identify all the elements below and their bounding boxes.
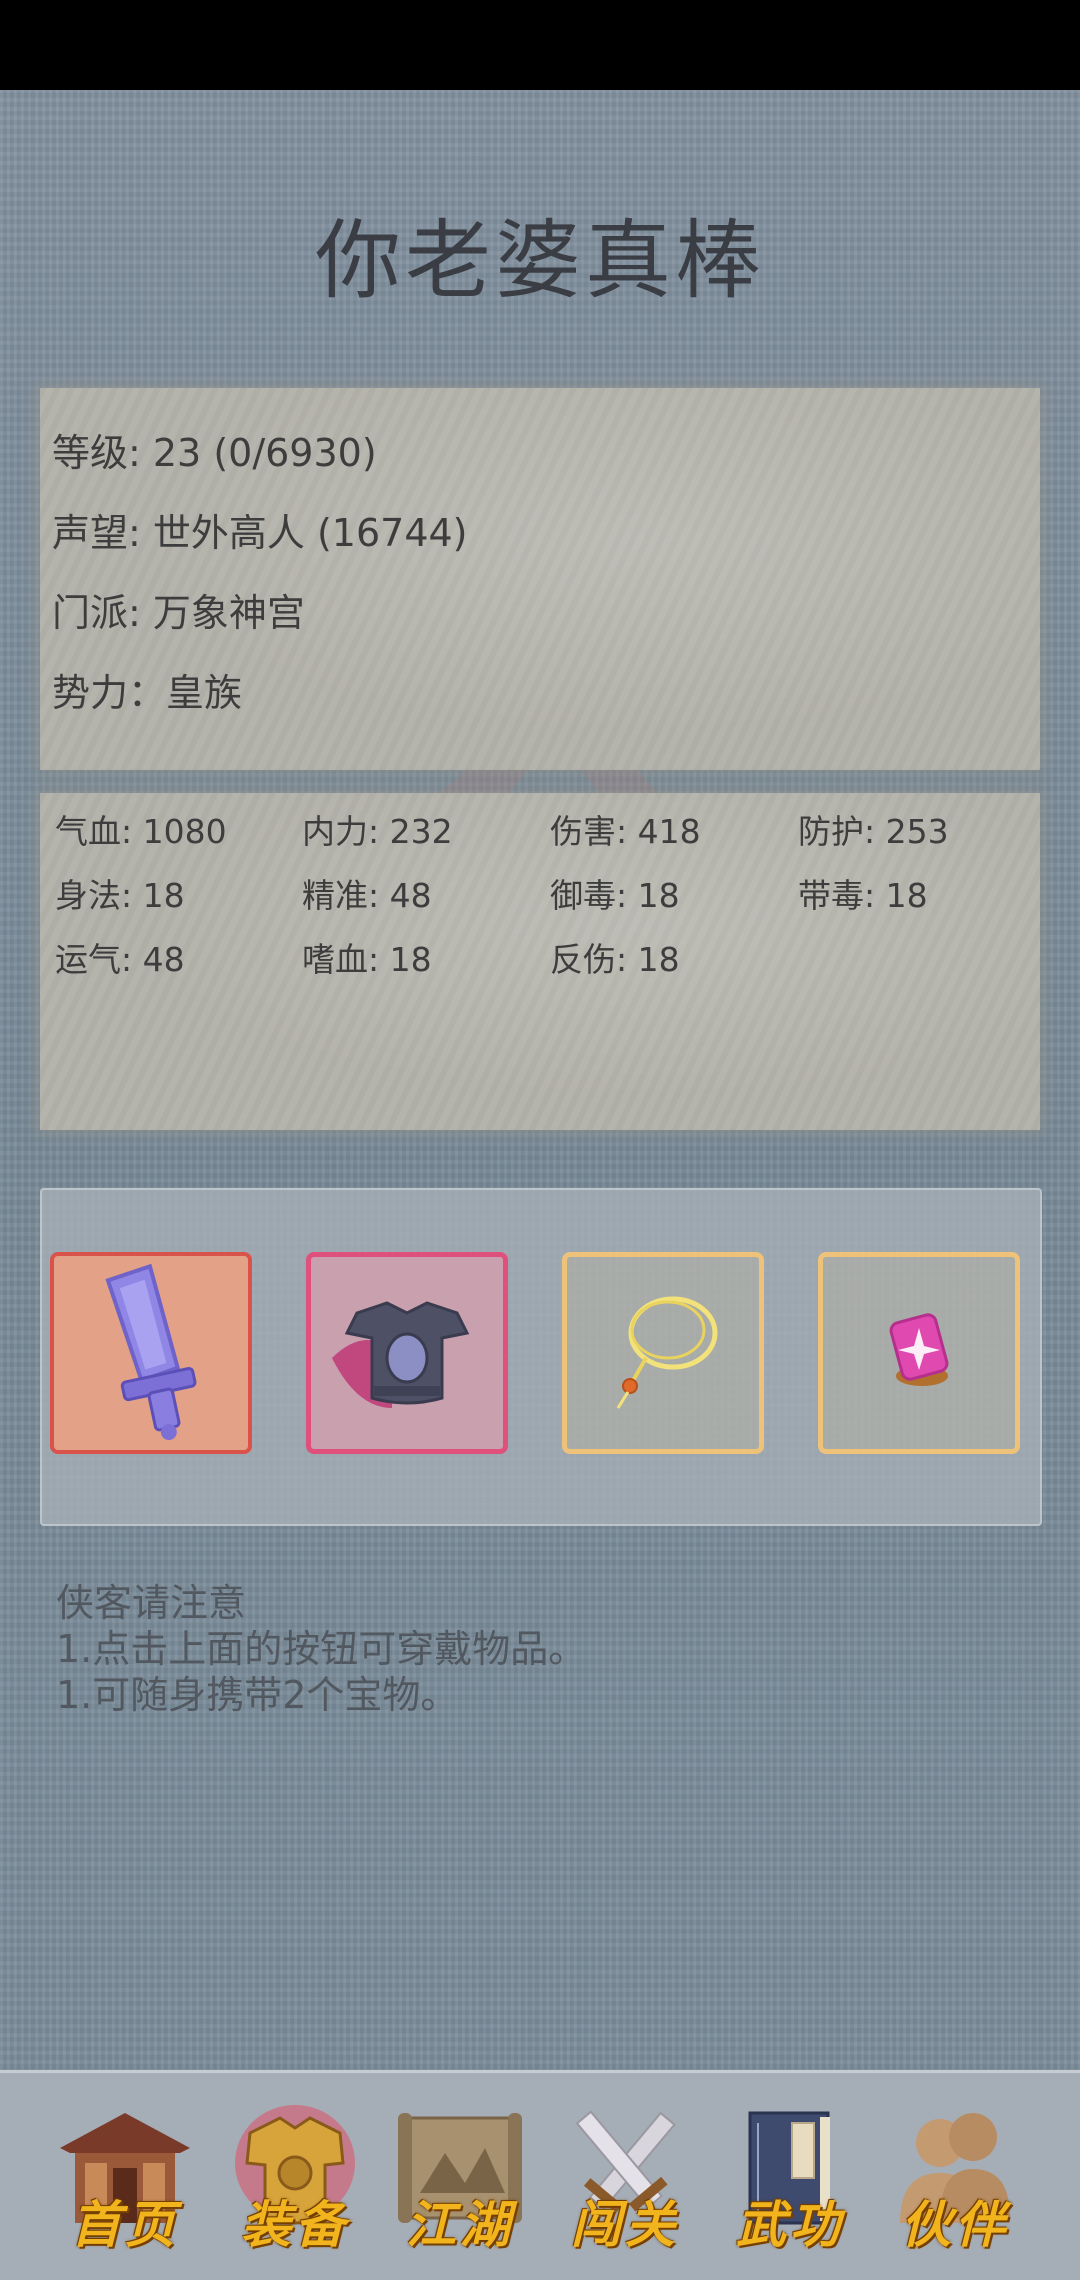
profile-panel: 等级: 23 (0/6930) 声望: 世外高人 (16744) 门派: 万象神… [40, 388, 1040, 770]
attr-damage: 伤害: 418 [550, 812, 701, 851]
nav-partners[interactable]: 伙伴 [885, 2103, 1025, 2263]
attr-internal: 内力: 232 [302, 812, 453, 851]
equip-slot-armor[interactable] [306, 1252, 508, 1454]
armor-icon [332, 1301, 470, 1408]
status-bar [0, 0, 1080, 90]
nav-challenge[interactable]: 闯关 [555, 2103, 695, 2263]
nav-challenge-label: 闯关 [571, 2195, 679, 2254]
nav-home-label: 首页 [71, 2195, 179, 2254]
attr-accuracy: 精准: 48 [302, 876, 432, 915]
nav-jianghu-label: 江湖 [406, 2195, 514, 2254]
nav-equipment[interactable]: 装备 [225, 2103, 365, 2263]
gem-icon [889, 1313, 949, 1386]
nav-martial-arts-label: 武功 [736, 2195, 844, 2254]
attr-hp: 气血: 1080 [55, 812, 227, 851]
faction-text: 势力：皇族 [52, 671, 243, 715]
notice-line-2: 1.可随身携带2个宝物。 [56, 1673, 459, 1717]
page-title: 你老婆真棒 [315, 211, 765, 311]
nav-equipment-label: 装备 [241, 2195, 349, 2254]
nav-home[interactable]: 首页 [55, 2103, 195, 2263]
nav-martial-arts[interactable]: 武功 [720, 2103, 860, 2263]
level-text: 等级: 23 (0/6930) [52, 431, 377, 475]
nav-jianghu[interactable]: 江湖 [390, 2103, 530, 2263]
attr-luck: 运气: 48 [55, 940, 185, 979]
attributes-panel: 气血: 1080 内力: 232 伤害: 418 防护: 253 身法: 18 … [40, 793, 1040, 1130]
attr-lifesteal: 嗜血: 18 [302, 940, 432, 979]
equip-slot-necklace[interactable] [562, 1252, 764, 1454]
necklace-icon [616, 1296, 718, 1409]
attr-defense: 防护: 253 [798, 812, 949, 851]
equip-slot-gem[interactable] [818, 1252, 1020, 1454]
bottom-nav: 首页 装备 江湖 闯关 武功 伙伴 [0, 2070, 1080, 2280]
equip-slot-weapon[interactable] [50, 1252, 252, 1454]
attr-reflect: 反伤: 18 [550, 940, 680, 979]
attr-agility: 身法: 18 [55, 876, 185, 915]
sword-icon [105, 1263, 197, 1441]
reputation-text: 声望: 世外高人 (16744) [52, 511, 468, 555]
attr-poison-resist: 御毒: 18 [550, 876, 680, 915]
equipment-panel [40, 1188, 1042, 1526]
sect-text: 门派: 万象神宫 [52, 591, 305, 635]
nav-partners-label: 伙伴 [901, 2195, 1009, 2254]
attr-poison: 带毒: 18 [798, 876, 928, 915]
